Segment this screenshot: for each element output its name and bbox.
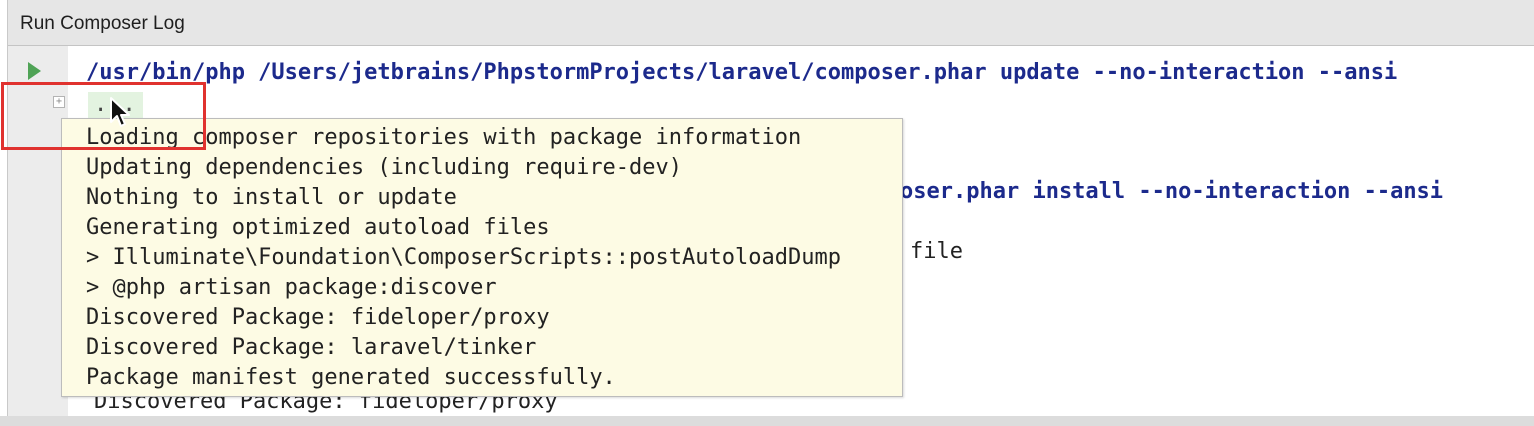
bottom-border — [0, 416, 1534, 426]
mouse-pointer-icon — [110, 97, 130, 127]
tooltip-line: Discovered Package: laravel/tinker — [86, 335, 537, 360]
command-line-update: /usr/bin/php /Users/jetbrains/PhpstormPr… — [86, 60, 1398, 85]
tooltip-line: Discovered Package: fideloper/proxy — [86, 305, 550, 330]
command-line-install: oser.phar install --no-interaction --ans… — [900, 179, 1444, 204]
tooltip-line: Package manifest generated successfully. — [86, 365, 616, 390]
tooltip-line: Updating dependencies (including require… — [86, 155, 683, 180]
annotation-highlight-box — [1, 82, 206, 150]
tool-window-title: Run Composer Log — [20, 13, 185, 34]
tooltip-line: Nothing to install or update — [86, 185, 457, 210]
run-icon[interactable] — [28, 62, 41, 80]
tooltip-line: > @php artisan package:discover — [86, 275, 497, 300]
folded-output-tooltip: Loading composer repositories with packa… — [61, 118, 903, 397]
tooltip-line: Generating optimized autoload files — [86, 215, 550, 240]
tool-window-header: Run Composer Log — [8, 0, 1534, 46]
tooltip-line: > Illuminate\Foundation\ComposerScripts:… — [86, 245, 841, 270]
output-line-partial: file — [910, 239, 963, 264]
